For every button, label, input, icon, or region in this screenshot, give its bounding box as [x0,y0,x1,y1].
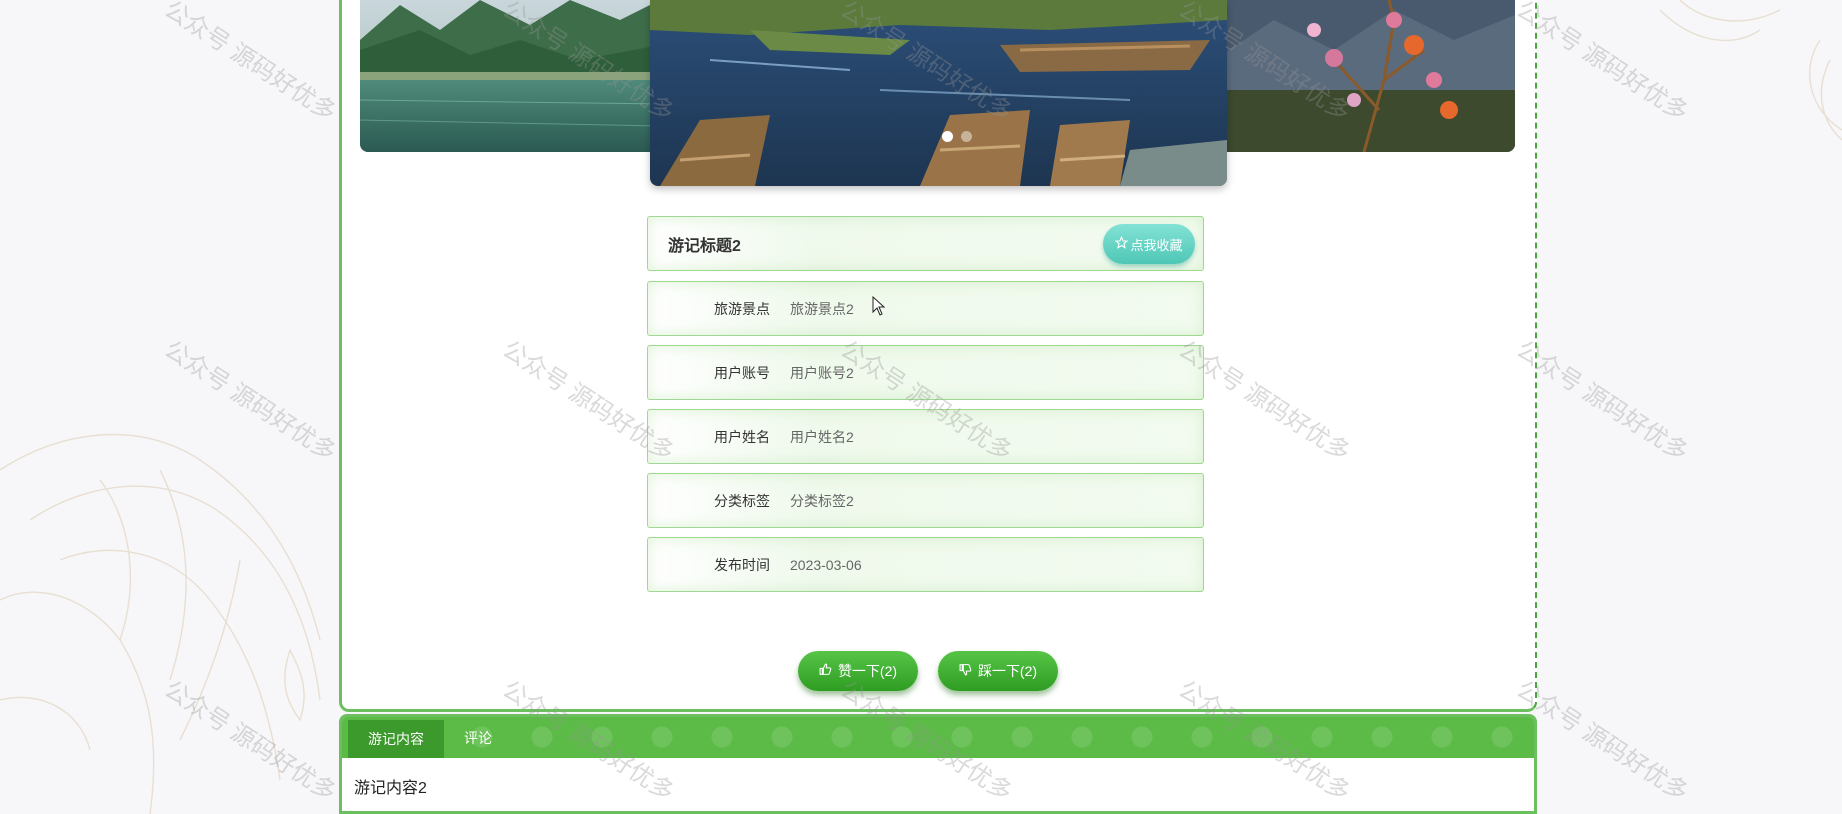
mouse-cursor-icon [872,296,886,316]
like-label: 赞一下(2) [837,663,898,679]
field-row-user-account: 用户账号 用户账号2 [647,345,1204,400]
thumbs-down-icon [959,663,972,679]
carousel-pagination [942,131,972,142]
carousel-slide-right[interactable] [1214,0,1515,152]
like-button[interactable]: 赞一下(2) [798,651,918,691]
field-row-scenic-spot: 旅游景点 旅游景点2 [647,281,1204,336]
landscape-river-image [360,0,660,152]
carousel-dot-2[interactable] [961,131,972,142]
field-value: 旅游景点2 [790,300,854,317]
favorite-button[interactable]: 点我收藏 [1103,224,1195,264]
dislike-label: 踩一下(2) [977,663,1038,679]
note-title: 游记标题2 [668,237,741,255]
field-value: 2023-03-06 [790,556,862,573]
note-content-text: 游记内容2 [354,780,427,797]
flowers-mountain-image [1214,0,1515,152]
favorite-label: 点我收藏 [1130,237,1183,253]
field-label: 发布时间 [714,556,770,573]
thumbs-up-icon [819,663,832,679]
carousel-slide-active[interactable] [650,0,1227,186]
tab-note-content[interactable]: 游记内容 [348,720,444,758]
field-label: 用户姓名 [714,428,770,445]
dislike-button[interactable]: 踩一下(2) [938,651,1058,691]
field-label: 分类标签 [714,492,770,509]
boats-lake-image [650,0,1227,186]
carousel-slide-left[interactable] [360,0,660,152]
tab-comments[interactable]: 评论 [444,717,512,758]
field-value: 分类标签2 [790,492,854,509]
tabs-bar: 游记内容 评论 [342,717,1534,758]
content-tabs-panel: 游记内容 评论 游记内容2 [339,714,1537,814]
field-value: 用户姓名2 [790,428,854,445]
field-row-category-tag: 分类标签 分类标签2 [647,473,1204,528]
title-row: 游记标题2 点我收藏 [647,216,1204,271]
field-value: 用户账号2 [790,364,854,381]
field-label: 用户账号 [714,364,770,381]
field-label: 旅游景点 [714,300,770,317]
star-outline-icon [1115,235,1129,252]
field-row-publish-time: 发布时间 2023-03-06 [647,537,1204,592]
field-row-user-name: 用户姓名 用户姓名2 [647,409,1204,464]
carousel-dot-1[interactable] [942,131,953,142]
